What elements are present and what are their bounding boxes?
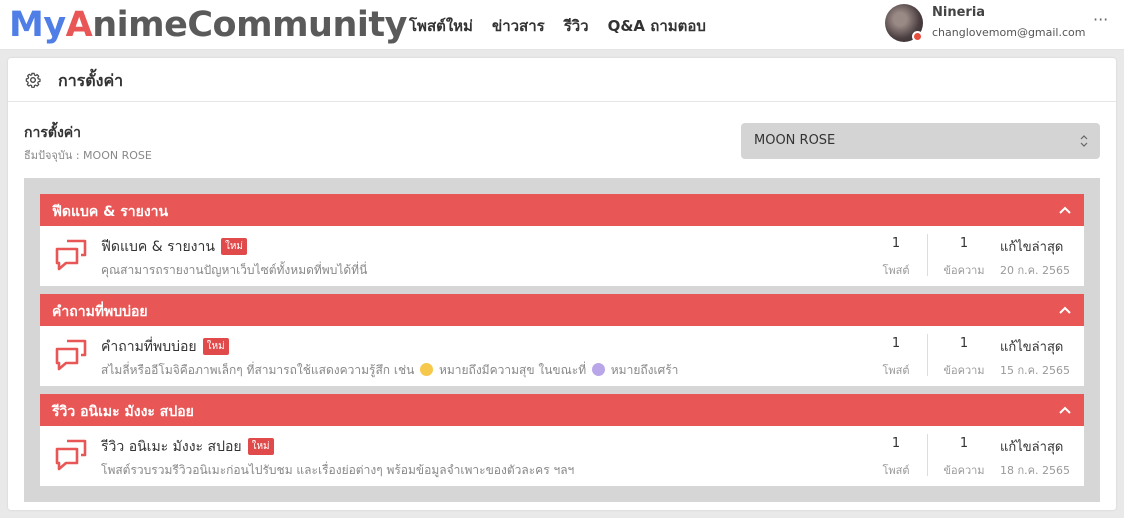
section-header[interactable]: ฟีดแบค & รายงาน xyxy=(40,194,1084,226)
chat-bubble-icon xyxy=(55,339,87,371)
divider xyxy=(927,234,928,276)
nav-news[interactable]: ข่าวสาร xyxy=(492,15,545,37)
forum-title[interactable]: ฟีดแบค & รายงาน ใหม่ xyxy=(101,236,248,258)
desc-part-c: หมายถึงเศร้า xyxy=(610,363,679,377)
theme-select-value: MOON ROSE xyxy=(754,133,836,148)
messages-count: 1 xyxy=(959,236,969,251)
logo-rest: nimeCommunity xyxy=(92,5,407,45)
messages-label: ข้อความ xyxy=(943,264,985,277)
latest-edit-date: 18 ก.ค. 2565 xyxy=(1000,464,1070,477)
latest-edit-label[interactable]: แก้ไขล่าสุด xyxy=(1000,336,1063,357)
forum-description: คุณสามารถรายงานปัญหาเว็บไซต์ทั้งหมดที่พบ… xyxy=(101,263,368,277)
posts-count: 1 xyxy=(891,336,901,351)
chevron-up-icon[interactable] xyxy=(1058,403,1072,417)
top-bar: MyAnimeCommunity โพสต์ใหม่ ข่าวสาร รีวิว… xyxy=(0,0,1124,50)
posts-count: 1 xyxy=(891,236,901,251)
more-menu-icon[interactable]: ··· xyxy=(1093,10,1108,29)
divider xyxy=(927,434,928,476)
posts-label: โพสต์ xyxy=(882,464,910,477)
messages-label: ข้อความ xyxy=(943,364,985,377)
latest-edit-date: 15 ก.ค. 2565 xyxy=(1000,364,1070,377)
notification-dot xyxy=(912,31,923,42)
nav-new-posts[interactable]: โพสต์ใหม่ xyxy=(409,15,473,37)
forum-title-text: คำถามที่พบบ่อย xyxy=(101,339,197,355)
forum-row: คำถามที่พบบ่อย ใหม่ สไมลี่หรืออีโมจิคือภา… xyxy=(40,326,1084,386)
messages-label: ข้อความ xyxy=(943,464,985,477)
site-logo[interactable]: MyAnimeCommunity xyxy=(9,3,407,47)
section-title: รีวิว อนิเมะ มังงะ สปอย xyxy=(52,404,194,420)
section-header[interactable]: รีวิว อนิเมะ มังงะ สปอย xyxy=(40,394,1084,426)
forum-title-text: ฟีดแบค & รายงาน xyxy=(101,239,215,255)
posts-label: โพสต์ xyxy=(882,264,910,277)
logo-my: My xyxy=(9,5,66,45)
forum-list: ฟีดแบค & รายงาน ฟีดแบค & รายงาน ใหม่ คุณส… xyxy=(24,178,1100,502)
section-title: คำถามที่พบบ่อย xyxy=(52,304,148,320)
section-header[interactable]: คำถามที่พบบ่อย xyxy=(40,294,1084,326)
nav-qa[interactable]: Q&A ถามตอบ xyxy=(608,15,706,37)
messages-count: 1 xyxy=(959,336,969,351)
main-nav: โพสต์ใหม่ ข่าวสาร รีวิว Q&A ถามตอบ xyxy=(409,15,706,37)
chat-bubble-icon xyxy=(55,239,87,271)
settings-card: การตั้งค่า การตั้งค่า ธีมปัจจุบัน : MOON… xyxy=(8,58,1116,510)
current-theme-text: ธีมปัจจุบัน : MOON ROSE xyxy=(24,149,152,162)
new-badge: ใหม่ xyxy=(220,238,248,255)
forum-title[interactable]: คำถามที่พบบ่อย ใหม่ xyxy=(101,336,229,358)
messages-count: 1 xyxy=(959,436,969,451)
chevron-up-icon[interactable] xyxy=(1058,303,1072,317)
forum-title-text: รีวิว อนิเมะ มังงะ สปอย xyxy=(101,439,242,455)
settings-label: การตั้งค่า xyxy=(24,125,82,141)
sad-emoji-icon xyxy=(591,363,605,376)
forum-description: สไมลี่หรืออีโมจิคือภาพเล็กๆ ที่สามารถใช้… xyxy=(101,361,678,380)
logo-a: A xyxy=(65,5,93,45)
nav-reviews[interactable]: รีวิว xyxy=(564,15,589,37)
forum-row: ฟีดแบค & รายงาน ใหม่ คุณสามารถรายงานปัญหา… xyxy=(40,226,1084,286)
forum-title[interactable]: รีวิว อนิเมะ มังงะ สปอย ใหม่ xyxy=(101,436,274,458)
new-badge: ใหม่ xyxy=(247,438,274,455)
latest-edit-label[interactable]: แก้ไขล่าสุด xyxy=(1000,236,1063,257)
latest-edit-label[interactable]: แก้ไขล่าสุด xyxy=(1000,436,1063,457)
gear-icon xyxy=(25,72,41,88)
happy-emoji-icon xyxy=(420,363,434,376)
forum-row: รีวิว อนิเมะ มังงะ สปอย ใหม่ โพสต์รวบรวมร… xyxy=(40,426,1084,486)
select-arrows-icon xyxy=(1080,135,1088,147)
forum-description: โพสต์รวบรวมรีวิวอนิเมะก่อนไปรับชม และเรื… xyxy=(101,463,575,477)
theme-select[interactable]: MOON ROSE xyxy=(741,123,1100,159)
user-name[interactable]: Nineria xyxy=(932,5,985,20)
posts-label: โพสต์ xyxy=(882,364,910,377)
section-title: ฟีดแบค & รายงาน xyxy=(52,204,169,220)
divider xyxy=(927,334,928,376)
chevron-up-icon[interactable] xyxy=(1058,203,1072,217)
desc-part-b: หมายถึงมีความสุข ในขณะที่ xyxy=(438,363,587,377)
latest-edit-date: 20 ก.ค. 2565 xyxy=(1000,264,1070,277)
posts-count: 1 xyxy=(891,436,901,451)
card-header: การตั้งค่า xyxy=(8,58,1116,102)
desc-part-a: สไมลี่หรืออีโมจิคือภาพเล็กๆ ที่สามารถใช้… xyxy=(101,363,415,377)
page-title: การตั้งค่า xyxy=(58,71,124,90)
chat-bubble-icon xyxy=(55,439,87,471)
new-badge: ใหม่ xyxy=(202,338,229,355)
user-email: changlovemom@gmail.com xyxy=(932,26,1086,39)
